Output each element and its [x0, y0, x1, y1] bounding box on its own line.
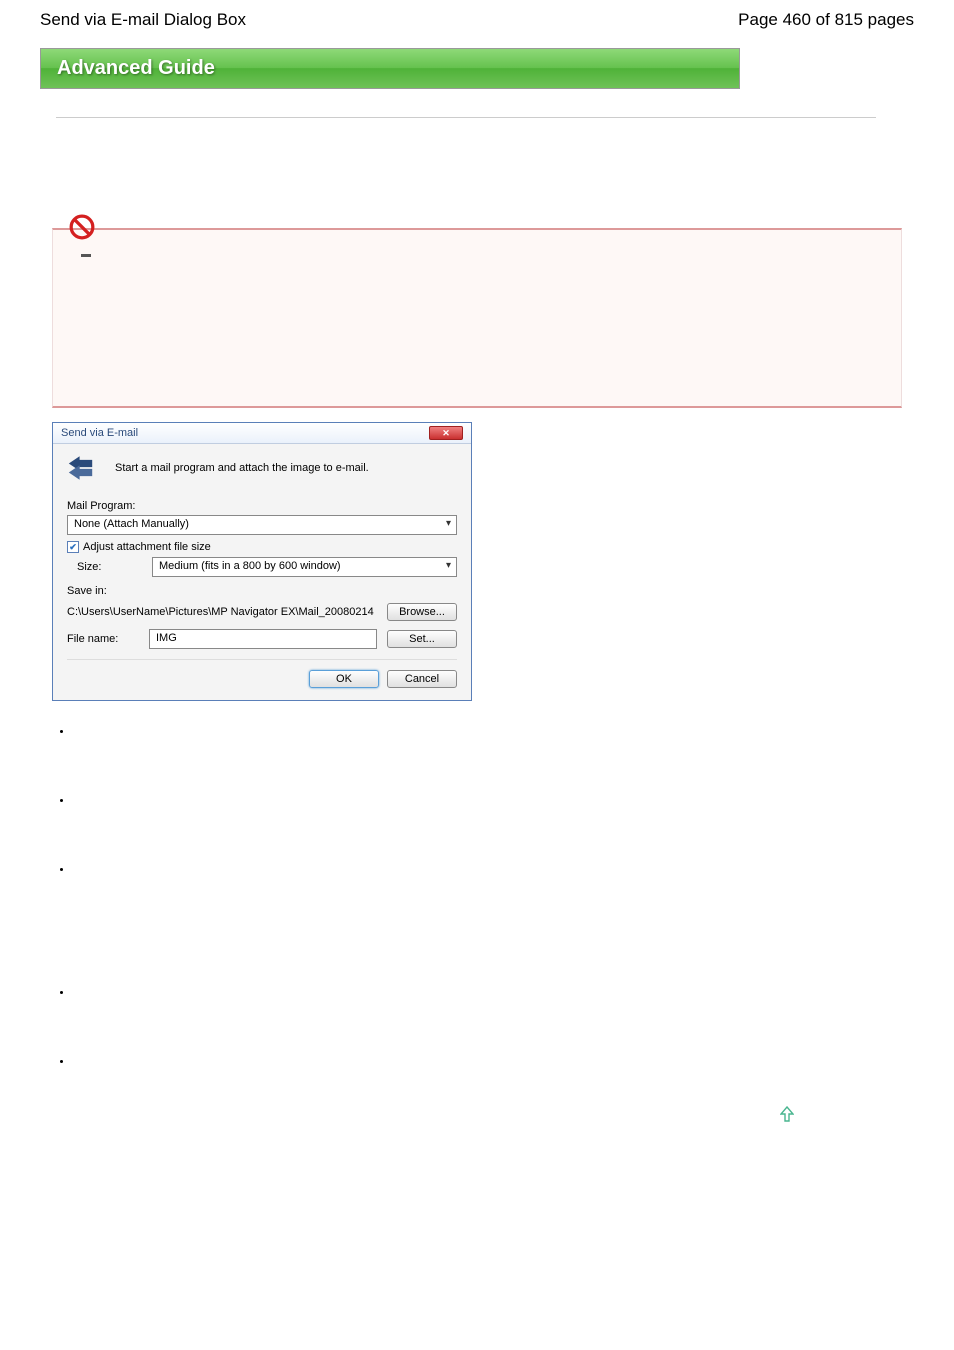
- size-label: Size:: [77, 561, 142, 573]
- banner-title: Advanced Guide: [57, 57, 215, 79]
- prohibit-icon: [69, 214, 95, 240]
- file-name-input[interactable]: IMG: [149, 629, 377, 649]
- cancel-button[interactable]: Cancel: [387, 670, 457, 688]
- page-title-right: Page 460 of 815 pages: [738, 10, 914, 30]
- size-value: Medium (fits in a 800 by 600 window): [159, 560, 341, 572]
- adjust-size-checkbox[interactable]: ✔: [67, 541, 79, 553]
- important-note-block: [52, 228, 902, 408]
- size-combo[interactable]: Medium (fits in a 800 by 600 window): [152, 557, 457, 577]
- mail-program-combo[interactable]: None (Attach Manually): [67, 515, 457, 535]
- file-name-label: File name:: [67, 633, 139, 645]
- page-title-left: Send via E-mail Dialog Box: [40, 10, 246, 30]
- banner-advanced-guide: Advanced Guide: [40, 48, 740, 89]
- divider: [56, 117, 876, 118]
- mail-program-label: Mail Program:: [67, 500, 457, 512]
- page-top-icon[interactable]: [780, 1106, 794, 1122]
- list-item: .: [72, 1053, 900, 1066]
- list-item: .: [72, 984, 900, 997]
- envelope-arrow-icon: [67, 454, 103, 482]
- close-icon[interactable]: ✕: [429, 426, 463, 440]
- save-in-path: C:\Users\UserName\Pictures\MP Navigator …: [67, 606, 377, 618]
- send-via-email-dialog: Send via E-mail ✕ Start a mail program a…: [52, 422, 472, 701]
- adjust-size-label: Adjust attachment file size: [83, 541, 211, 553]
- mail-program-value: None (Attach Manually): [74, 518, 189, 530]
- save-in-label: Save in:: [67, 585, 457, 597]
- list-item: .: [72, 792, 900, 805]
- list-item: .: [72, 723, 900, 736]
- important-bar-icon: [81, 254, 91, 257]
- dialog-description: Start a mail program and attach the imag…: [115, 462, 369, 474]
- ok-button[interactable]: OK: [309, 670, 379, 688]
- browse-button[interactable]: Browse...: [387, 603, 457, 621]
- description-bullet-list: . . . . .: [40, 723, 900, 1066]
- dialog-title-text: Send via E-mail: [61, 427, 138, 439]
- dialog-title-bar: Send via E-mail ✕: [53, 423, 471, 444]
- set-button[interactable]: Set...: [387, 630, 457, 648]
- list-item: .: [72, 861, 900, 874]
